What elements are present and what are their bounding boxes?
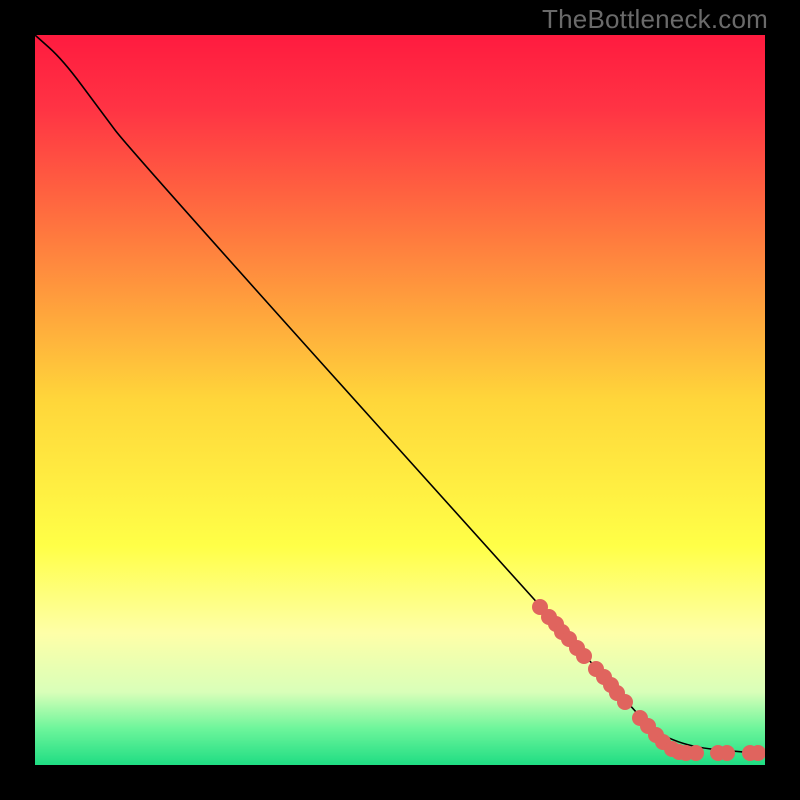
watermark-text: TheBottleneck.com	[542, 4, 768, 35]
data-point	[688, 745, 704, 761]
data-point	[576, 648, 592, 664]
data-point	[719, 745, 735, 761]
data-point	[617, 694, 633, 710]
points-layer	[35, 35, 765, 765]
plot-area	[35, 35, 765, 765]
chart-container: TheBottleneck.com	[0, 0, 800, 800]
